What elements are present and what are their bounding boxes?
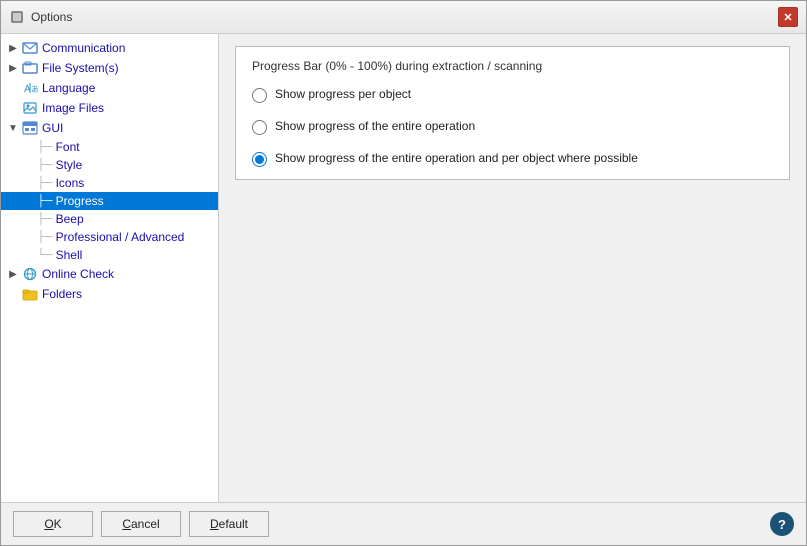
svg-text:あ: あ bbox=[31, 85, 38, 94]
gui-label: GUI bbox=[42, 121, 63, 135]
font-label: Font bbox=[56, 140, 80, 154]
onlinecheck-label: Online Check bbox=[42, 267, 114, 281]
close-button[interactable]: ✕ bbox=[778, 7, 798, 27]
sidebar-item-gui[interactable]: ▼ GUI bbox=[1, 118, 218, 138]
radio-group: Show progress per object Show progress o… bbox=[252, 87, 773, 167]
expand-arrow-onlinecheck: ▶ bbox=[5, 269, 21, 280]
sidebar-item-style[interactable]: ├─ Style bbox=[1, 156, 218, 174]
expand-arrow-gui: ▼ bbox=[5, 123, 21, 134]
communication-icon bbox=[21, 40, 39, 56]
communication-label: Communication bbox=[42, 41, 125, 55]
sidebar-item-folders[interactable]: ▶ Folders bbox=[1, 284, 218, 304]
filesystem-label: File System(s) bbox=[42, 61, 119, 75]
sidebar-item-imagefiles[interactable]: ▶ Image Files bbox=[1, 98, 218, 118]
connector-shell: └─ bbox=[37, 249, 53, 261]
section-box: Progress Bar (0% - 100%) during extracti… bbox=[235, 46, 790, 180]
help-button[interactable]: ? bbox=[770, 512, 794, 536]
sidebar-item-beep[interactable]: ├─ Beep bbox=[1, 210, 218, 228]
gui-icon bbox=[21, 120, 39, 136]
folders-label: Folders bbox=[42, 287, 82, 301]
language-label: Language bbox=[42, 81, 95, 95]
bottom-bar: OK Cancel Default ? bbox=[1, 502, 806, 545]
radio-item-per-object[interactable]: Show progress per object bbox=[252, 87, 773, 103]
sidebar-item-communication[interactable]: ▶ Communication bbox=[1, 38, 218, 58]
filesystem-icon bbox=[21, 60, 39, 76]
section-title: Progress Bar (0% - 100%) during extracti… bbox=[252, 59, 773, 73]
sidebar-item-professional[interactable]: ├─ Professional / Advanced bbox=[1, 228, 218, 246]
radio-label-both: Show progress of the entire operation an… bbox=[275, 151, 638, 165]
sidebar-item-shell[interactable]: └─ Shell bbox=[1, 246, 218, 264]
cancel-button[interactable]: Cancel bbox=[101, 511, 181, 537]
onlinecheck-icon bbox=[21, 266, 39, 282]
connector-professional: ├─ bbox=[37, 231, 53, 243]
language-icon: A あ bbox=[21, 80, 39, 96]
sidebar-item-filesystem[interactable]: ▶ File System(s) bbox=[1, 58, 218, 78]
sidebar-item-font[interactable]: ├─ Font bbox=[1, 138, 218, 156]
dialog-icon bbox=[9, 9, 25, 25]
shell-label: Shell bbox=[56, 248, 83, 262]
progress-label: Progress bbox=[56, 194, 104, 208]
expand-spacer-language: ▶ bbox=[5, 83, 21, 94]
imagefiles-label: Image Files bbox=[42, 101, 104, 115]
professional-label: Professional / Advanced bbox=[56, 230, 185, 244]
icons-label: Icons bbox=[56, 176, 85, 190]
content-area: ▶ Communication ▶ File bbox=[1, 34, 806, 502]
style-label: Style bbox=[56, 158, 83, 172]
beep-label: Beep bbox=[56, 212, 84, 226]
connector-icons: ├─ bbox=[37, 177, 53, 189]
connector-style: ├─ bbox=[37, 159, 53, 171]
dialog-title: Options bbox=[31, 10, 72, 24]
radio-item-entire-op[interactable]: Show progress of the entire operation bbox=[252, 119, 773, 135]
options-dialog: Options ✕ ▶ Communication ▶ bbox=[0, 0, 807, 546]
default-button[interactable]: Default bbox=[189, 511, 269, 537]
connector-progress: ├─ bbox=[37, 195, 53, 207]
sidebar-item-onlinecheck[interactable]: ▶ Online Check bbox=[1, 264, 218, 284]
connector-beep: ├─ bbox=[37, 213, 53, 225]
radio-label-entire-op: Show progress of the entire operation bbox=[275, 119, 475, 133]
title-bar: Options ✕ bbox=[1, 1, 806, 34]
imagefiles-icon bbox=[21, 100, 39, 116]
connector-font: ├─ bbox=[37, 141, 53, 153]
radio-entire-op[interactable] bbox=[252, 120, 267, 135]
radio-item-both[interactable]: Show progress of the entire operation an… bbox=[252, 151, 773, 167]
radio-per-object[interactable] bbox=[252, 88, 267, 103]
radio-both[interactable] bbox=[252, 152, 267, 167]
sidebar-item-language[interactable]: ▶ A あ Language bbox=[1, 78, 218, 98]
expand-arrow-communication: ▶ bbox=[5, 43, 21, 54]
radio-label-per-object: Show progress per object bbox=[275, 87, 411, 101]
sidebar-item-progress[interactable]: ├─ Progress bbox=[1, 192, 218, 210]
expand-spacer-folders: ▶ bbox=[5, 289, 21, 300]
expand-spacer-imagefiles: ▶ bbox=[5, 103, 21, 114]
folders-icon bbox=[21, 286, 39, 302]
title-bar-left: Options bbox=[9, 9, 72, 25]
ok-button[interactable]: OK bbox=[13, 511, 93, 537]
sidebar-item-icons[interactable]: ├─ Icons bbox=[1, 174, 218, 192]
main-panel: Progress Bar (0% - 100%) during extracti… bbox=[219, 34, 806, 502]
expand-arrow-filesystem: ▶ bbox=[5, 63, 21, 74]
sidebar: ▶ Communication ▶ File bbox=[1, 34, 219, 502]
